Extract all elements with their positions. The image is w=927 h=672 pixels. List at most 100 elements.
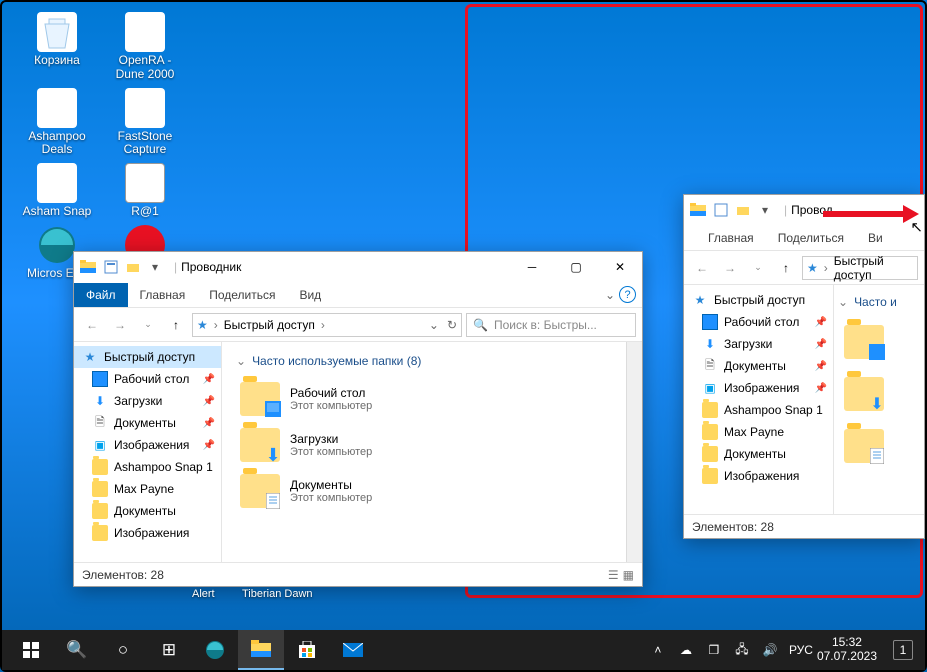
folder-item[interactable]	[844, 429, 884, 463]
address-bar[interactable]: ★ › Быстрый доступ › ⌄↻	[192, 313, 462, 337]
taskbar-explorer[interactable]	[238, 630, 284, 670]
folder-item[interactable]: ⬇	[844, 377, 884, 411]
sidebar-item[interactable]: Ashampoo Snap 1	[74, 456, 221, 478]
sidebar-item[interactable]: Документы	[684, 443, 833, 465]
tab-home[interactable]: Главная	[128, 283, 198, 307]
qat-dropdown-icon[interactable]: ▾	[146, 258, 164, 276]
tab-view[interactable]: Вид	[287, 283, 333, 307]
details-view-icon[interactable]: ☰	[608, 568, 619, 582]
desktop-icon[interactable]: FastStone Capture	[110, 88, 180, 158]
forward-button[interactable]: →	[108, 313, 132, 337]
tab-home[interactable]: Главная	[696, 226, 766, 250]
folder-item[interactable]: ⬇ЗагрузкиЭтот компьютер	[236, 422, 612, 468]
sidebar-item[interactable]: Max Payne	[74, 478, 221, 500]
breadcrumb[interactable]: Быстрый доступ	[834, 254, 913, 282]
forward-button[interactable]: →	[718, 256, 742, 280]
notification-center-icon[interactable]: 1	[893, 640, 913, 660]
sidebar-item[interactable]: Изображения	[684, 465, 833, 487]
group-header[interactable]: ⌄Часто и	[838, 295, 920, 309]
sidebar-item[interactable]: Ashampoo Snap 1	[684, 399, 833, 421]
sidebar-item[interactable]: Рабочий стол📌	[684, 311, 833, 333]
taskview-button[interactable]: ⊞	[146, 630, 192, 670]
refresh-icon[interactable]: ↻	[447, 318, 457, 332]
explorer-window-main[interactable]: ▾ | Проводник ─ ▢ ✕ Файл Главная Поделит…	[73, 251, 643, 587]
taskbar[interactable]: 🔍 ○ ⊞ ˄ ☁ ❐ 🖧 🔊 РУС 15:32 07.07.2023 1	[2, 630, 925, 670]
tab-share[interactable]: Поделиться	[197, 283, 287, 307]
qat-properties-icon[interactable]	[102, 258, 120, 276]
tray-chevron-up-icon[interactable]: ˄	[649, 643, 667, 657]
sidebar-item[interactable]: ▣Изображения📌	[74, 434, 221, 456]
navigation-pane[interactable]: ★Быстрый доступРабочий стол📌⬇Загрузки📌🗎Д…	[684, 285, 834, 514]
address-bar[interactable]: ★ › Быстрый доступ	[802, 256, 918, 280]
desktop-icon[interactable]: Ashampoo Deals	[22, 88, 92, 158]
tab-file[interactable]: Файл	[74, 283, 128, 307]
desktop-icon[interactable]: R@1	[110, 163, 180, 219]
titlebar[interactable]: ▾ | Провод	[684, 195, 924, 225]
tray-volume-icon[interactable]: 🔊	[761, 643, 779, 657]
maximize-button[interactable]: ▢	[554, 252, 598, 282]
content-pane[interactable]: ⌄Часто используемые папки (8) Рабочий ст…	[222, 342, 626, 562]
back-button[interactable]: ←	[690, 256, 714, 280]
desktop-icon-label[interactable]: Tiberian Dawn	[242, 588, 313, 600]
dropdown-icon[interactable]: ⌄	[429, 318, 439, 332]
recent-dropdown[interactable]: ⌄	[136, 313, 160, 337]
tray-onedrive-icon[interactable]: ☁	[677, 643, 695, 657]
qat-newfolder-icon[interactable]	[734, 201, 752, 219]
qat-properties-icon[interactable]	[712, 201, 730, 219]
taskbar-edge[interactable]	[192, 630, 238, 670]
taskbar-store[interactable]	[284, 630, 330, 670]
group-header[interactable]: ⌄Часто используемые папки (8)	[236, 354, 612, 368]
cortana-button[interactable]: ○	[100, 630, 146, 670]
desktop-icon[interactable]: OpenRA - Dune 2000	[110, 12, 180, 82]
qat-dropdown-icon[interactable]: ▾	[756, 201, 774, 219]
tab-share[interactable]: Поделиться	[766, 226, 856, 250]
tray-clock[interactable]: 15:32 07.07.2023	[817, 636, 877, 664]
ribbon-expand[interactable]: ⌄?	[599, 282, 642, 307]
desktop-icon[interactable]: Корзина	[22, 12, 92, 82]
navigation-pane[interactable]: ★Быстрый доступРабочий стол📌⬇Загрузки📌🗎Д…	[74, 342, 222, 562]
sidebar-item[interactable]: ▣Изображения📌	[684, 377, 833, 399]
recent-dropdown[interactable]: ⌄	[746, 256, 770, 280]
system-tray[interactable]: ˄ ☁ ❐ 🖧 🔊 РУС 15:32 07.07.2023 1	[649, 636, 919, 664]
thumbnails-view-icon[interactable]: ▦	[623, 568, 634, 582]
folder-location: Этот компьютер	[290, 400, 372, 412]
tray-security-icon[interactable]: ❐	[705, 643, 723, 657]
breadcrumb[interactable]: Быстрый доступ	[224, 318, 315, 332]
content-pane[interactable]: ⌄Часто и ⬇	[834, 285, 924, 514]
sidebar-item[interactable]: Max Payne	[684, 421, 833, 443]
search-button[interactable]: 🔍	[54, 630, 100, 670]
close-button[interactable]: ✕	[598, 252, 642, 282]
scrollbar[interactable]	[626, 342, 642, 562]
sidebar-item[interactable]: 🗎Документы📌	[684, 355, 833, 377]
back-button[interactable]: ←	[80, 313, 104, 337]
titlebar[interactable]: ▾ | Проводник ─ ▢ ✕	[74, 252, 642, 282]
tray-language[interactable]: РУС	[789, 643, 807, 657]
explorer-window-dragged[interactable]: ▾ | Провод Главная Поделиться Ви ← → ⌄ ↑…	[683, 194, 925, 539]
search-input[interactable]: 🔍 Поиск в: Быстры...	[466, 313, 636, 337]
sidebar-item[interactable]: ★Быстрый доступ	[684, 289, 833, 311]
desktop-icon[interactable]: Asham Snap	[22, 163, 92, 219]
up-button[interactable]: ↑	[164, 313, 188, 337]
folder-item[interactable]: ДокументыЭтот компьютер	[236, 468, 612, 514]
folder-item[interactable]: Рабочий столЭтот компьютер	[236, 376, 612, 422]
start-button[interactable]	[8, 630, 54, 670]
qat-newfolder-icon[interactable]	[124, 258, 142, 276]
sidebar-item[interactable]: ★Быстрый доступ	[74, 346, 221, 368]
sidebar-item[interactable]: Рабочий стол📌	[74, 368, 221, 390]
desktop-icon-label[interactable]: Alert	[192, 588, 215, 600]
sidebar-item-label: Изображения	[724, 381, 799, 395]
sidebar-item[interactable]: Документы	[74, 500, 221, 522]
sidebar-item[interactable]: ⬇Загрузки📌	[74, 390, 221, 412]
folder-item[interactable]	[844, 325, 884, 359]
sidebar-item[interactable]: 🗎Документы📌	[74, 412, 221, 434]
sidebar-item[interactable]: Изображения	[74, 522, 221, 544]
up-button[interactable]: ↑	[774, 256, 798, 280]
minimize-button[interactable]: ─	[510, 252, 554, 282]
sidebar-item[interactable]: ⬇Загрузки📌	[684, 333, 833, 355]
chevron-right-icon: ›	[212, 318, 220, 332]
tab-view[interactable]: Ви	[856, 226, 895, 250]
desktop[interactable]: Корзина OpenRA - Dune 2000 Ashampoo Deals F…	[2, 2, 925, 670]
tray-network-icon[interactable]: 🖧	[733, 640, 751, 661]
help-icon[interactable]: ?	[619, 286, 636, 303]
taskbar-mail[interactable]	[330, 630, 376, 670]
